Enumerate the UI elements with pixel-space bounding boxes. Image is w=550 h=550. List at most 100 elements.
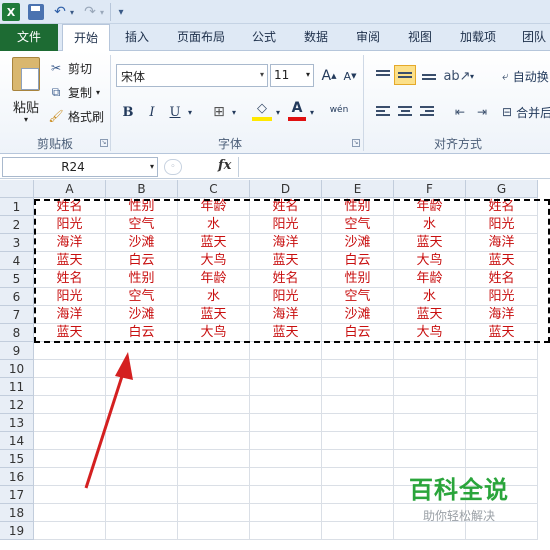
cell[interactable]: 性别	[322, 270, 394, 288]
grow-font-button[interactable]: A ▲	[319, 65, 339, 87]
cell[interactable]	[466, 342, 538, 360]
cell[interactable]: 大鸟	[178, 252, 250, 270]
cell[interactable]	[178, 342, 250, 360]
cell[interactable]	[250, 378, 322, 396]
underline-button[interactable]: U	[166, 101, 184, 123]
chevron-down-icon[interactable]: ▾	[150, 162, 154, 171]
font-name-select[interactable]: 宋体 ▾	[116, 64, 268, 87]
cell[interactable]	[178, 522, 250, 540]
cell[interactable]	[34, 504, 106, 522]
cell[interactable]: 海洋	[250, 234, 322, 252]
cell[interactable]	[250, 342, 322, 360]
cell[interactable]	[178, 504, 250, 522]
cell[interactable]: 大鸟	[178, 324, 250, 342]
cell[interactable]	[106, 432, 178, 450]
cell[interactable]: 阳光	[34, 288, 106, 306]
cell[interactable]	[466, 378, 538, 396]
cell[interactable]: 沙滩	[106, 234, 178, 252]
cell[interactable]: 年龄	[178, 198, 250, 216]
redo-icon[interactable]: ↷	[82, 3, 98, 21]
wrap-text-button[interactable]: ⤶ 自动换	[502, 65, 550, 87]
row-header[interactable]: 10	[0, 360, 34, 378]
row-header[interactable]: 9	[0, 342, 34, 360]
cell[interactable]: 年龄	[394, 270, 466, 288]
redo-dropdown-icon[interactable]: ▾	[98, 3, 106, 21]
copy-button[interactable]: ⧉ 复制 ▾	[48, 82, 100, 102]
cell[interactable]	[178, 396, 250, 414]
chevron-down-icon[interactable]: ▾	[308, 101, 316, 123]
row-header[interactable]: 17	[0, 486, 34, 504]
cell[interactable]: 姓名	[466, 270, 538, 288]
cell[interactable]	[34, 468, 106, 486]
cell[interactable]: 姓名	[466, 198, 538, 216]
cell[interactable]	[178, 414, 250, 432]
cell[interactable]	[34, 450, 106, 468]
cell[interactable]	[466, 522, 538, 540]
cell[interactable]	[394, 432, 466, 450]
cell[interactable]: 空气	[106, 216, 178, 234]
cell[interactable]: 性别	[106, 198, 178, 216]
cell[interactable]	[394, 378, 466, 396]
excel-app-icon[interactable]: X	[2, 3, 20, 21]
tab-formulas[interactable]: 公式	[244, 24, 284, 51]
cell[interactable]: 性别	[322, 198, 394, 216]
cell[interactable]: 白云	[106, 252, 178, 270]
cell[interactable]: 沙滩	[322, 306, 394, 324]
cell[interactable]: 白云	[322, 252, 394, 270]
bold-button[interactable]: B	[118, 101, 138, 123]
cell[interactable]	[322, 450, 394, 468]
cell[interactable]	[250, 396, 322, 414]
cell[interactable]	[106, 396, 178, 414]
cell[interactable]	[394, 414, 466, 432]
save-icon[interactable]	[28, 4, 44, 20]
row-header[interactable]: 15	[0, 450, 34, 468]
cell[interactable]: 水	[178, 288, 250, 306]
tab-page-layout[interactable]: 页面布局	[168, 24, 234, 51]
align-center-button[interactable]	[394, 101, 416, 121]
cell[interactable]: 蓝天	[466, 324, 538, 342]
cell[interactable]: 蓝天	[34, 324, 106, 342]
cell[interactable]	[106, 378, 178, 396]
cell[interactable]	[466, 450, 538, 468]
row-header[interactable]: 7	[0, 306, 34, 324]
cell[interactable]	[322, 396, 394, 414]
column-header[interactable]: B	[106, 180, 178, 198]
cell[interactable]: 海洋	[466, 306, 538, 324]
cell[interactable]	[106, 414, 178, 432]
select-all-corner[interactable]	[0, 180, 34, 198]
tab-team[interactable]: 团队	[514, 24, 550, 51]
cell[interactable]: 姓名	[34, 270, 106, 288]
format-painter-button[interactable]: 🖌 格式刷	[48, 106, 104, 126]
cell[interactable]	[34, 360, 106, 378]
undo-icon[interactable]: ↶	[52, 3, 68, 21]
cell[interactable]: 空气	[322, 288, 394, 306]
cell[interactable]: 海洋	[34, 306, 106, 324]
cell[interactable]: 白云	[106, 324, 178, 342]
cell[interactable]: 年龄	[394, 198, 466, 216]
row-header[interactable]: 14	[0, 432, 34, 450]
cell[interactable]	[394, 522, 466, 540]
cell[interactable]	[106, 468, 178, 486]
cell[interactable]	[322, 522, 394, 540]
cell[interactable]	[394, 396, 466, 414]
row-header[interactable]: 19	[0, 522, 34, 540]
column-header[interactable]: F	[394, 180, 466, 198]
cell[interactable]	[106, 450, 178, 468]
cell[interactable]	[322, 504, 394, 522]
decrease-indent-icon[interactable]: ⇤	[450, 101, 470, 123]
phonetic-guide-button[interactable]: wén	[328, 99, 350, 121]
chevron-down-icon[interactable]: ▾	[96, 88, 100, 97]
paste-button[interactable]: 粘贴 ▾	[6, 55, 46, 129]
formula-input[interactable]	[238, 157, 550, 177]
cell[interactable]: 大鸟	[394, 324, 466, 342]
tab-review[interactable]: 审阅	[348, 24, 388, 51]
cell[interactable]	[178, 378, 250, 396]
column-header[interactable]: C	[178, 180, 250, 198]
cell[interactable]	[178, 360, 250, 378]
row-header[interactable]: 4	[0, 252, 34, 270]
cell[interactable]: 沙滩	[106, 306, 178, 324]
tab-home[interactable]: 开始	[62, 24, 110, 52]
cell[interactable]: 姓名	[250, 198, 322, 216]
cell[interactable]	[34, 396, 106, 414]
cell[interactable]: 大鸟	[394, 252, 466, 270]
